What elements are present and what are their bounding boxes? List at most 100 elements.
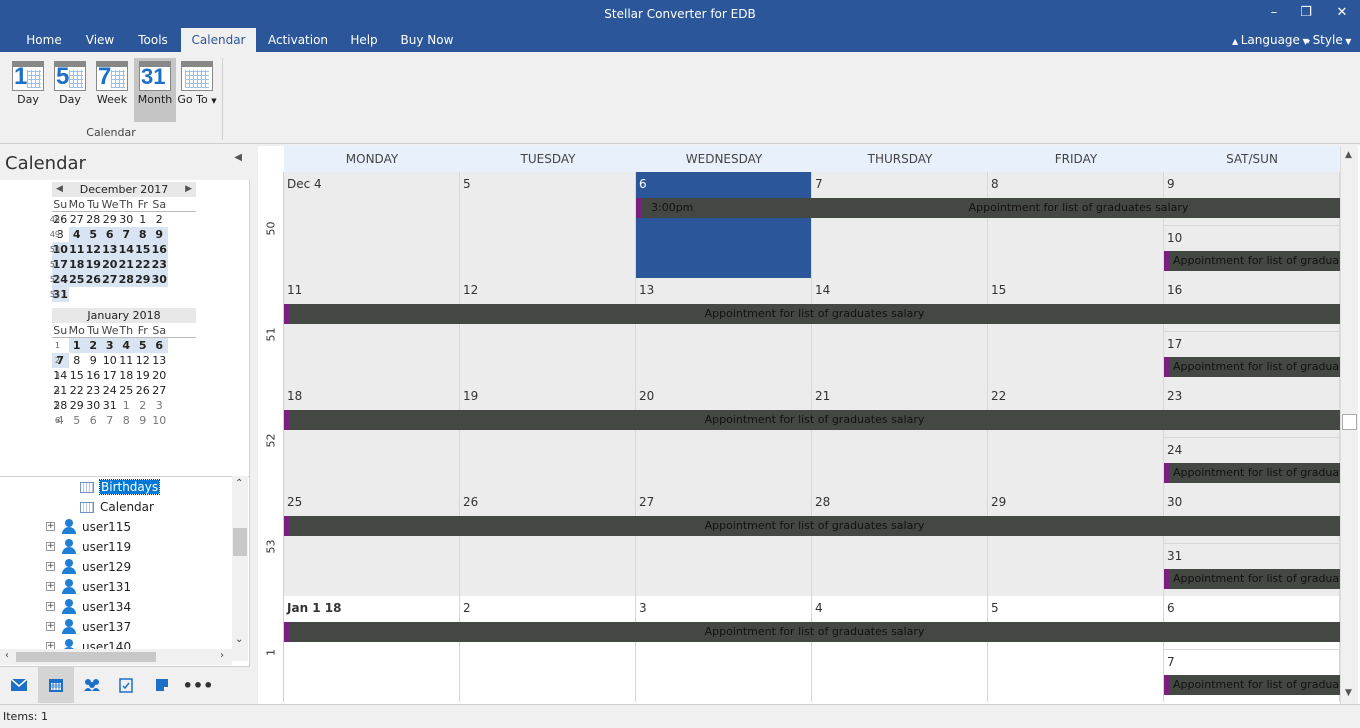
tasks-module-button[interactable] xyxy=(108,667,144,703)
appointment-bar[interactable]: Appointment for list of graduates salary xyxy=(284,410,1340,430)
calendar-day-cell[interactable]: 7 xyxy=(812,172,988,278)
mini-calendar-day[interactable]: 1 xyxy=(118,398,135,413)
calendar-day-cell[interactable]: 8 xyxy=(988,172,1164,278)
mini-calendar-day[interactable]: 11 xyxy=(68,242,85,257)
tree-item-user[interactable]: + user137 xyxy=(0,617,232,637)
mini-calendar-day[interactable]: 27 xyxy=(151,383,168,398)
tab-buy-now[interactable]: Buy Now xyxy=(396,28,458,52)
tab-view[interactable]: View xyxy=(74,28,126,52)
tree-vertical-scrollbar[interactable]: ⌃ ⌄ xyxy=(232,476,248,661)
calendar-day-cell[interactable]: 19 xyxy=(460,384,636,490)
mini-calendar-day[interactable]: 4 xyxy=(68,227,85,242)
mini-calendar-day[interactable]: 8 xyxy=(69,353,86,368)
style-menu[interactable]: ▾ Style ▼ xyxy=(1306,28,1351,52)
calendar-day-cell[interactable]: 25 xyxy=(284,490,460,596)
minimize-button[interactable]: – xyxy=(1264,4,1284,22)
mini-calendar-day[interactable]: 14 xyxy=(118,242,135,257)
calendar-module-button[interactable] xyxy=(38,667,74,703)
mini-calendar-day[interactable]: 31 xyxy=(102,398,119,413)
appointment-bar[interactable]: 3:00pm Appointment for list of graduates … xyxy=(636,198,1340,218)
calendar-day-cell[interactable]: 20 xyxy=(636,384,812,490)
mini-calendar-day[interactable]: 30 xyxy=(151,272,168,287)
calendar-vertical-scrollbar[interactable]: ▲ ▼ xyxy=(1340,146,1358,704)
mini-calendar-day[interactable]: 27 xyxy=(101,272,118,287)
mini-calendar-day[interactable]: 6 xyxy=(85,413,102,428)
scroll-thumb[interactable] xyxy=(1342,414,1357,430)
go-to-button[interactable]: Go To ▼ xyxy=(177,58,217,122)
mini-calendar-day[interactable]: 9 xyxy=(85,353,102,368)
calendar-day-cell[interactable]: 6 xyxy=(636,172,812,278)
mini-calendar-day[interactable]: 28 xyxy=(118,272,135,287)
tree-item-user[interactable]: + user131 xyxy=(0,577,232,597)
mini-calendar-day[interactable]: 16 xyxy=(85,368,102,383)
tab-activation[interactable]: Activation xyxy=(260,28,336,52)
mini-calendar-day[interactable]: 9 xyxy=(135,413,152,428)
mini-calendar-day[interactable]: 26 xyxy=(85,272,102,287)
more-modules-icon[interactable]: ••• xyxy=(180,667,216,703)
mini-calendar-day[interactable]: 29 xyxy=(134,272,151,287)
calendar-day-cell[interactable]: 27 xyxy=(636,490,812,596)
mini-calendar-day[interactable]: 6 xyxy=(151,338,168,353)
expand-icon[interactable]: + xyxy=(46,622,55,631)
mini-calendar-day[interactable]: 7 xyxy=(102,413,119,428)
mini-calendar-day[interactable]: 29 xyxy=(102,212,119,227)
mini-calendar-day[interactable]: 3 xyxy=(151,398,168,413)
calendar-day-cell[interactable]: 22 xyxy=(988,384,1164,490)
mini-calendar-day[interactable]: 30 xyxy=(85,398,102,413)
scroll-down-icon[interactable]: ⌄ xyxy=(235,634,243,645)
mini-calendar-day[interactable]: 12 xyxy=(85,242,102,257)
mini-calendar-day[interactable]: 6 xyxy=(101,227,118,242)
mini-calendar-day[interactable]: 13 xyxy=(151,353,168,368)
mini-calendar-day[interactable]: 7 xyxy=(118,227,135,242)
tree-item-user[interactable]: + user134 xyxy=(0,597,232,617)
mini-calendar-day[interactable]: 5 xyxy=(85,227,102,242)
mini-calendar-day[interactable]: 2 xyxy=(85,338,102,353)
appointment-bar[interactable]: Appointment for list of graduat xyxy=(1164,675,1340,695)
scroll-down-icon[interactable]: ▼ xyxy=(1345,688,1352,698)
mini-calendar-day[interactable]: 2 xyxy=(135,398,152,413)
mini-calendar-day[interactable]: 10 xyxy=(151,413,168,428)
mini-calendar-day[interactable]: 29 xyxy=(69,398,86,413)
mini-calendar-day[interactable]: 26 xyxy=(135,383,152,398)
mini-calendar-day[interactable]: 28 xyxy=(85,212,102,227)
calendar-day-cell[interactable]: Dec 4 xyxy=(284,172,460,278)
tree-item-user[interactable]: + user115 xyxy=(0,517,232,537)
day-view-button[interactable]: 1 Day xyxy=(8,58,48,122)
mini-calendar-day[interactable]: 15 xyxy=(134,242,151,257)
calendar-day-cell[interactable]: 3 xyxy=(636,596,812,702)
scroll-up-icon[interactable]: ▲ xyxy=(1345,150,1352,160)
calendar-day-cell[interactable]: 12 xyxy=(460,278,636,384)
expand-icon[interactable]: + xyxy=(46,522,55,531)
calendar-day-cell[interactable]: 4 xyxy=(812,596,988,702)
mini-calendar-day[interactable]: 8 xyxy=(118,413,135,428)
mini-calendar-day[interactable]: 20 xyxy=(151,368,168,383)
close-button[interactable]: ✕ xyxy=(1332,4,1352,22)
collapse-pane-icon[interactable]: ◀ xyxy=(234,152,242,163)
mini-calendar-day[interactable]: 10 xyxy=(102,353,119,368)
calendar-day-cell[interactable]: 11 xyxy=(284,278,460,384)
mini-calendar-day[interactable]: 3 xyxy=(101,338,118,353)
scroll-thumb[interactable] xyxy=(233,528,247,556)
calendar-day-cell[interactable]: 2 xyxy=(460,596,636,702)
mini-calendar-day[interactable]: 18 xyxy=(118,368,135,383)
mini-calendar-day[interactable]: 5 xyxy=(134,338,151,353)
tree-item-user[interactable]: + user129 xyxy=(0,557,232,577)
appointment-bar[interactable]: Appointment for list of graduat xyxy=(1164,251,1340,271)
contacts-module-button[interactable] xyxy=(74,667,110,703)
expand-icon[interactable]: + xyxy=(46,542,55,551)
tab-tools[interactable]: Tools xyxy=(126,28,180,52)
mini-calendar-day[interactable]: 1 xyxy=(135,212,152,227)
tree-item-calendar[interactable]: Calendar xyxy=(80,497,154,517)
work-week-view-button[interactable]: 5 Day xyxy=(50,58,90,122)
appointment-bar[interactable]: Appointment for list of graduat xyxy=(1164,357,1340,377)
mini-calendar-day[interactable]: 23 xyxy=(85,383,102,398)
previous-month-icon[interactable]: ◀ xyxy=(56,182,63,197)
mini-calendar-day[interactable]: 23 xyxy=(151,257,168,272)
mini-calendar-day[interactable]: 2 xyxy=(151,212,168,227)
expand-icon[interactable]: + xyxy=(46,582,55,591)
scroll-left-icon[interactable]: ‹ xyxy=(5,650,9,661)
mini-calendar-day[interactable]: 1 xyxy=(68,338,85,353)
tree-item-user[interactable]: + user119 xyxy=(0,537,232,557)
calendar-day-cell[interactable]: 14 xyxy=(812,278,988,384)
appointment-bar[interactable]: Appointment for list of graduates salary xyxy=(284,622,1340,642)
